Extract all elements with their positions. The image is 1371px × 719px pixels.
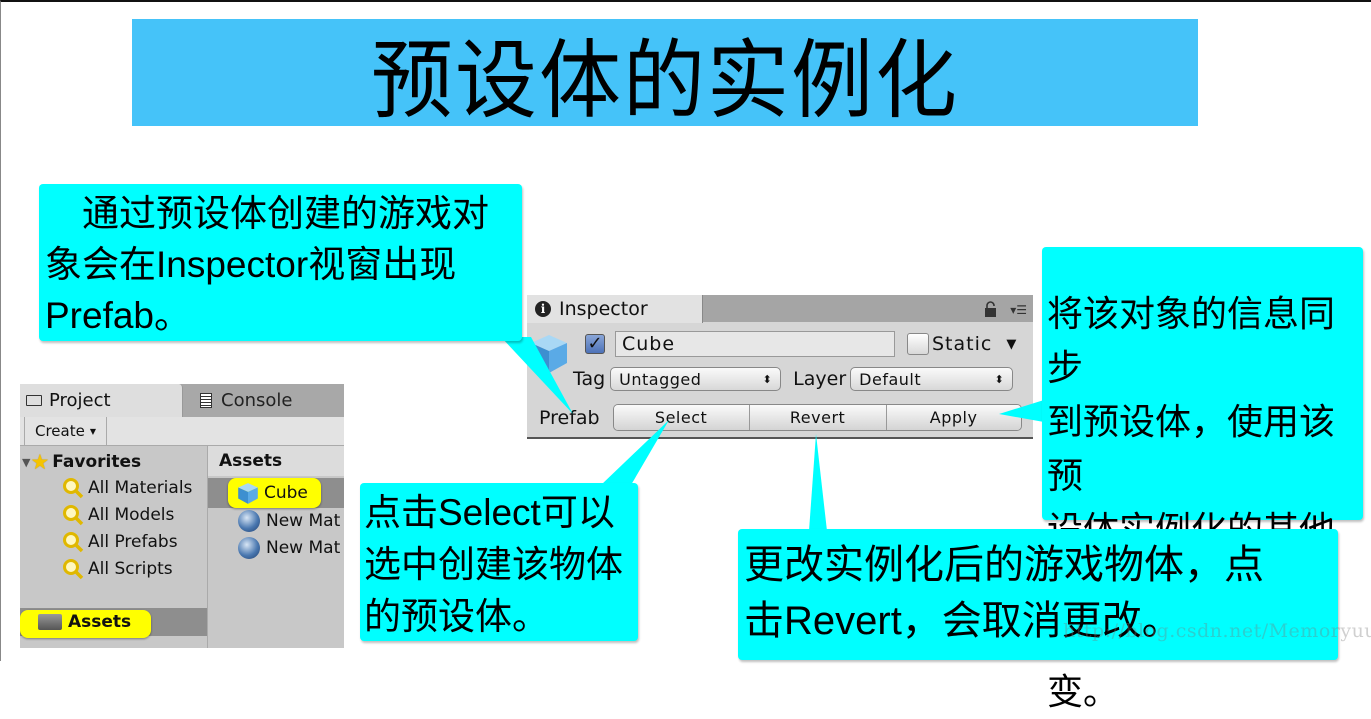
callout-apply-note: 将该对象的信息同步 到预设体，使用该预 设体实例化的其他游 戏对象也随之改变。 bbox=[1042, 247, 1363, 712]
callout-pointer-apply bbox=[999, 400, 1044, 422]
callout-text: 选中创建该物体 bbox=[364, 544, 623, 585]
callout-text: 到预设体，使用该预 bbox=[1047, 401, 1336, 496]
callout-text: 点击Select可以 bbox=[364, 492, 615, 533]
callout-text: 更改实例化后的游戏物体，点 bbox=[744, 543, 1264, 587]
callout-pointer-revert bbox=[809, 434, 827, 531]
callout-pointer-select bbox=[601, 420, 669, 485]
callout-text: 通过预设体创建的游戏对 bbox=[82, 193, 489, 234]
callout-select-note: 点击Select可以 选中创建该物体 的预设体。 bbox=[360, 483, 638, 641]
callout-prefab-note: 通过预设体创建的游戏对 象会在Inspector视窗出现 Prefab。 bbox=[39, 184, 522, 341]
callout-text: 将该对象的信息同步 bbox=[1047, 293, 1336, 388]
callout-text: Prefab。 bbox=[45, 295, 192, 336]
watermark: http://blog.csdn.net/Memoryuuu bbox=[1063, 620, 1371, 642]
callout-text: 象会在Inspector视窗出现 bbox=[45, 244, 457, 285]
callout-text: 的预设体。 bbox=[364, 596, 549, 637]
